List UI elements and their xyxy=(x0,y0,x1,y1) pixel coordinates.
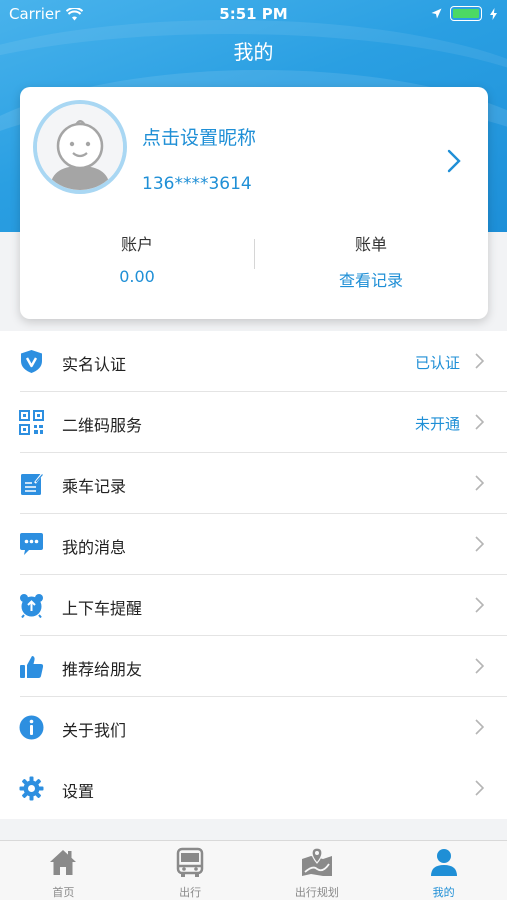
tab-bar: 首页 出行 出行规划 我的 xyxy=(0,840,507,900)
menu-item-label: 上下车提醒 xyxy=(62,599,143,618)
settings-menu: 实名认证 已认证 二维码服务 未开通 乘车记录 我的消息 上下车提醒 推荐给朋友… xyxy=(0,331,507,819)
menu-item-label: 推荐给朋友 xyxy=(62,660,143,679)
baby-avatar-icon xyxy=(37,104,123,190)
chevron-right-icon xyxy=(475,475,484,491)
view-records-link[interactable]: 查看记录 xyxy=(254,267,488,291)
chevron-right-icon xyxy=(475,353,484,369)
thumbs-up-icon xyxy=(20,656,44,678)
tab-label: 出行 xyxy=(179,886,202,899)
menu-item-qrcode-service[interactable]: 二维码服务 未开通 xyxy=(0,392,507,453)
menu-item-label: 乘车记录 xyxy=(62,477,127,496)
chevron-right-icon xyxy=(475,780,484,796)
menu-item-label: 实名认证 xyxy=(62,355,127,374)
menu-item-recommend[interactable]: 推荐给朋友 xyxy=(0,636,507,697)
info-icon xyxy=(19,715,44,740)
bill-label: 账单 xyxy=(354,235,387,254)
chevron-right-icon[interactable] xyxy=(447,149,461,173)
menu-item-ride-records[interactable]: 乘车记录 xyxy=(0,453,507,514)
chat-bubble-icon xyxy=(20,533,43,555)
alarm-clock-icon xyxy=(20,594,43,618)
tab-home[interactable]: 首页 xyxy=(0,841,127,900)
phone-number: 136****3614 xyxy=(142,174,252,194)
bus-icon xyxy=(176,847,204,877)
chevron-right-icon xyxy=(475,414,484,430)
chevron-right-icon xyxy=(475,536,484,552)
menu-item-label: 关于我们 xyxy=(62,721,127,740)
gear-icon xyxy=(19,776,44,801)
person-icon xyxy=(430,849,457,876)
battery-icon xyxy=(450,6,482,21)
account-label: 账户 xyxy=(120,235,153,254)
menu-item-label: 我的消息 xyxy=(62,538,127,557)
tab-label: 我的 xyxy=(432,886,455,899)
tab-trip-planning[interactable]: 出行规划 xyxy=(254,841,381,900)
location-arrow-icon xyxy=(431,8,442,19)
bill-stat[interactable]: 账单 查看记录 xyxy=(254,231,488,291)
charging-bolt-icon xyxy=(490,7,497,20)
menu-item-my-messages[interactable]: 我的消息 xyxy=(0,514,507,575)
chevron-right-icon xyxy=(475,719,484,735)
avatar[interactable] xyxy=(33,100,127,194)
tab-travel[interactable]: 出行 xyxy=(127,841,254,900)
nickname-link[interactable]: 点击设置昵称 xyxy=(142,123,256,150)
edit-note-icon xyxy=(21,473,43,495)
status-bar: Carrier 5:51 PM xyxy=(0,0,507,28)
chevron-right-icon xyxy=(475,658,484,674)
home-icon xyxy=(50,850,77,875)
qrcode-icon xyxy=(19,410,44,435)
auth-status: 已认证 xyxy=(414,354,460,372)
map-icon xyxy=(301,847,332,876)
profile-card: 点击设置昵称 136****3614 账户 0.00 账单 查看记录 xyxy=(20,87,488,319)
menu-item-ride-reminder[interactable]: 上下车提醒 xyxy=(0,575,507,636)
account-stat[interactable]: 账户 0.00 xyxy=(20,231,254,286)
tab-mine[interactable]: 我的 xyxy=(380,841,507,900)
menu-item-settings[interactable]: 设置 xyxy=(0,758,507,819)
shield-v-icon xyxy=(21,350,42,373)
status-right xyxy=(431,6,497,21)
qrcode-status: 未开通 xyxy=(414,415,460,433)
tab-label: 首页 xyxy=(52,886,75,899)
chevron-right-icon xyxy=(475,597,484,613)
menu-item-label: 设置 xyxy=(62,782,95,801)
menu-item-about-us[interactable]: 关于我们 xyxy=(0,697,507,758)
tab-label: 出行规划 xyxy=(294,886,339,899)
menu-item-label: 二维码服务 xyxy=(62,416,143,435)
account-balance: 0.00 xyxy=(119,267,155,286)
menu-item-real-name-auth[interactable]: 实名认证 已认证 xyxy=(0,331,507,392)
page-title: 我的 xyxy=(233,40,274,64)
